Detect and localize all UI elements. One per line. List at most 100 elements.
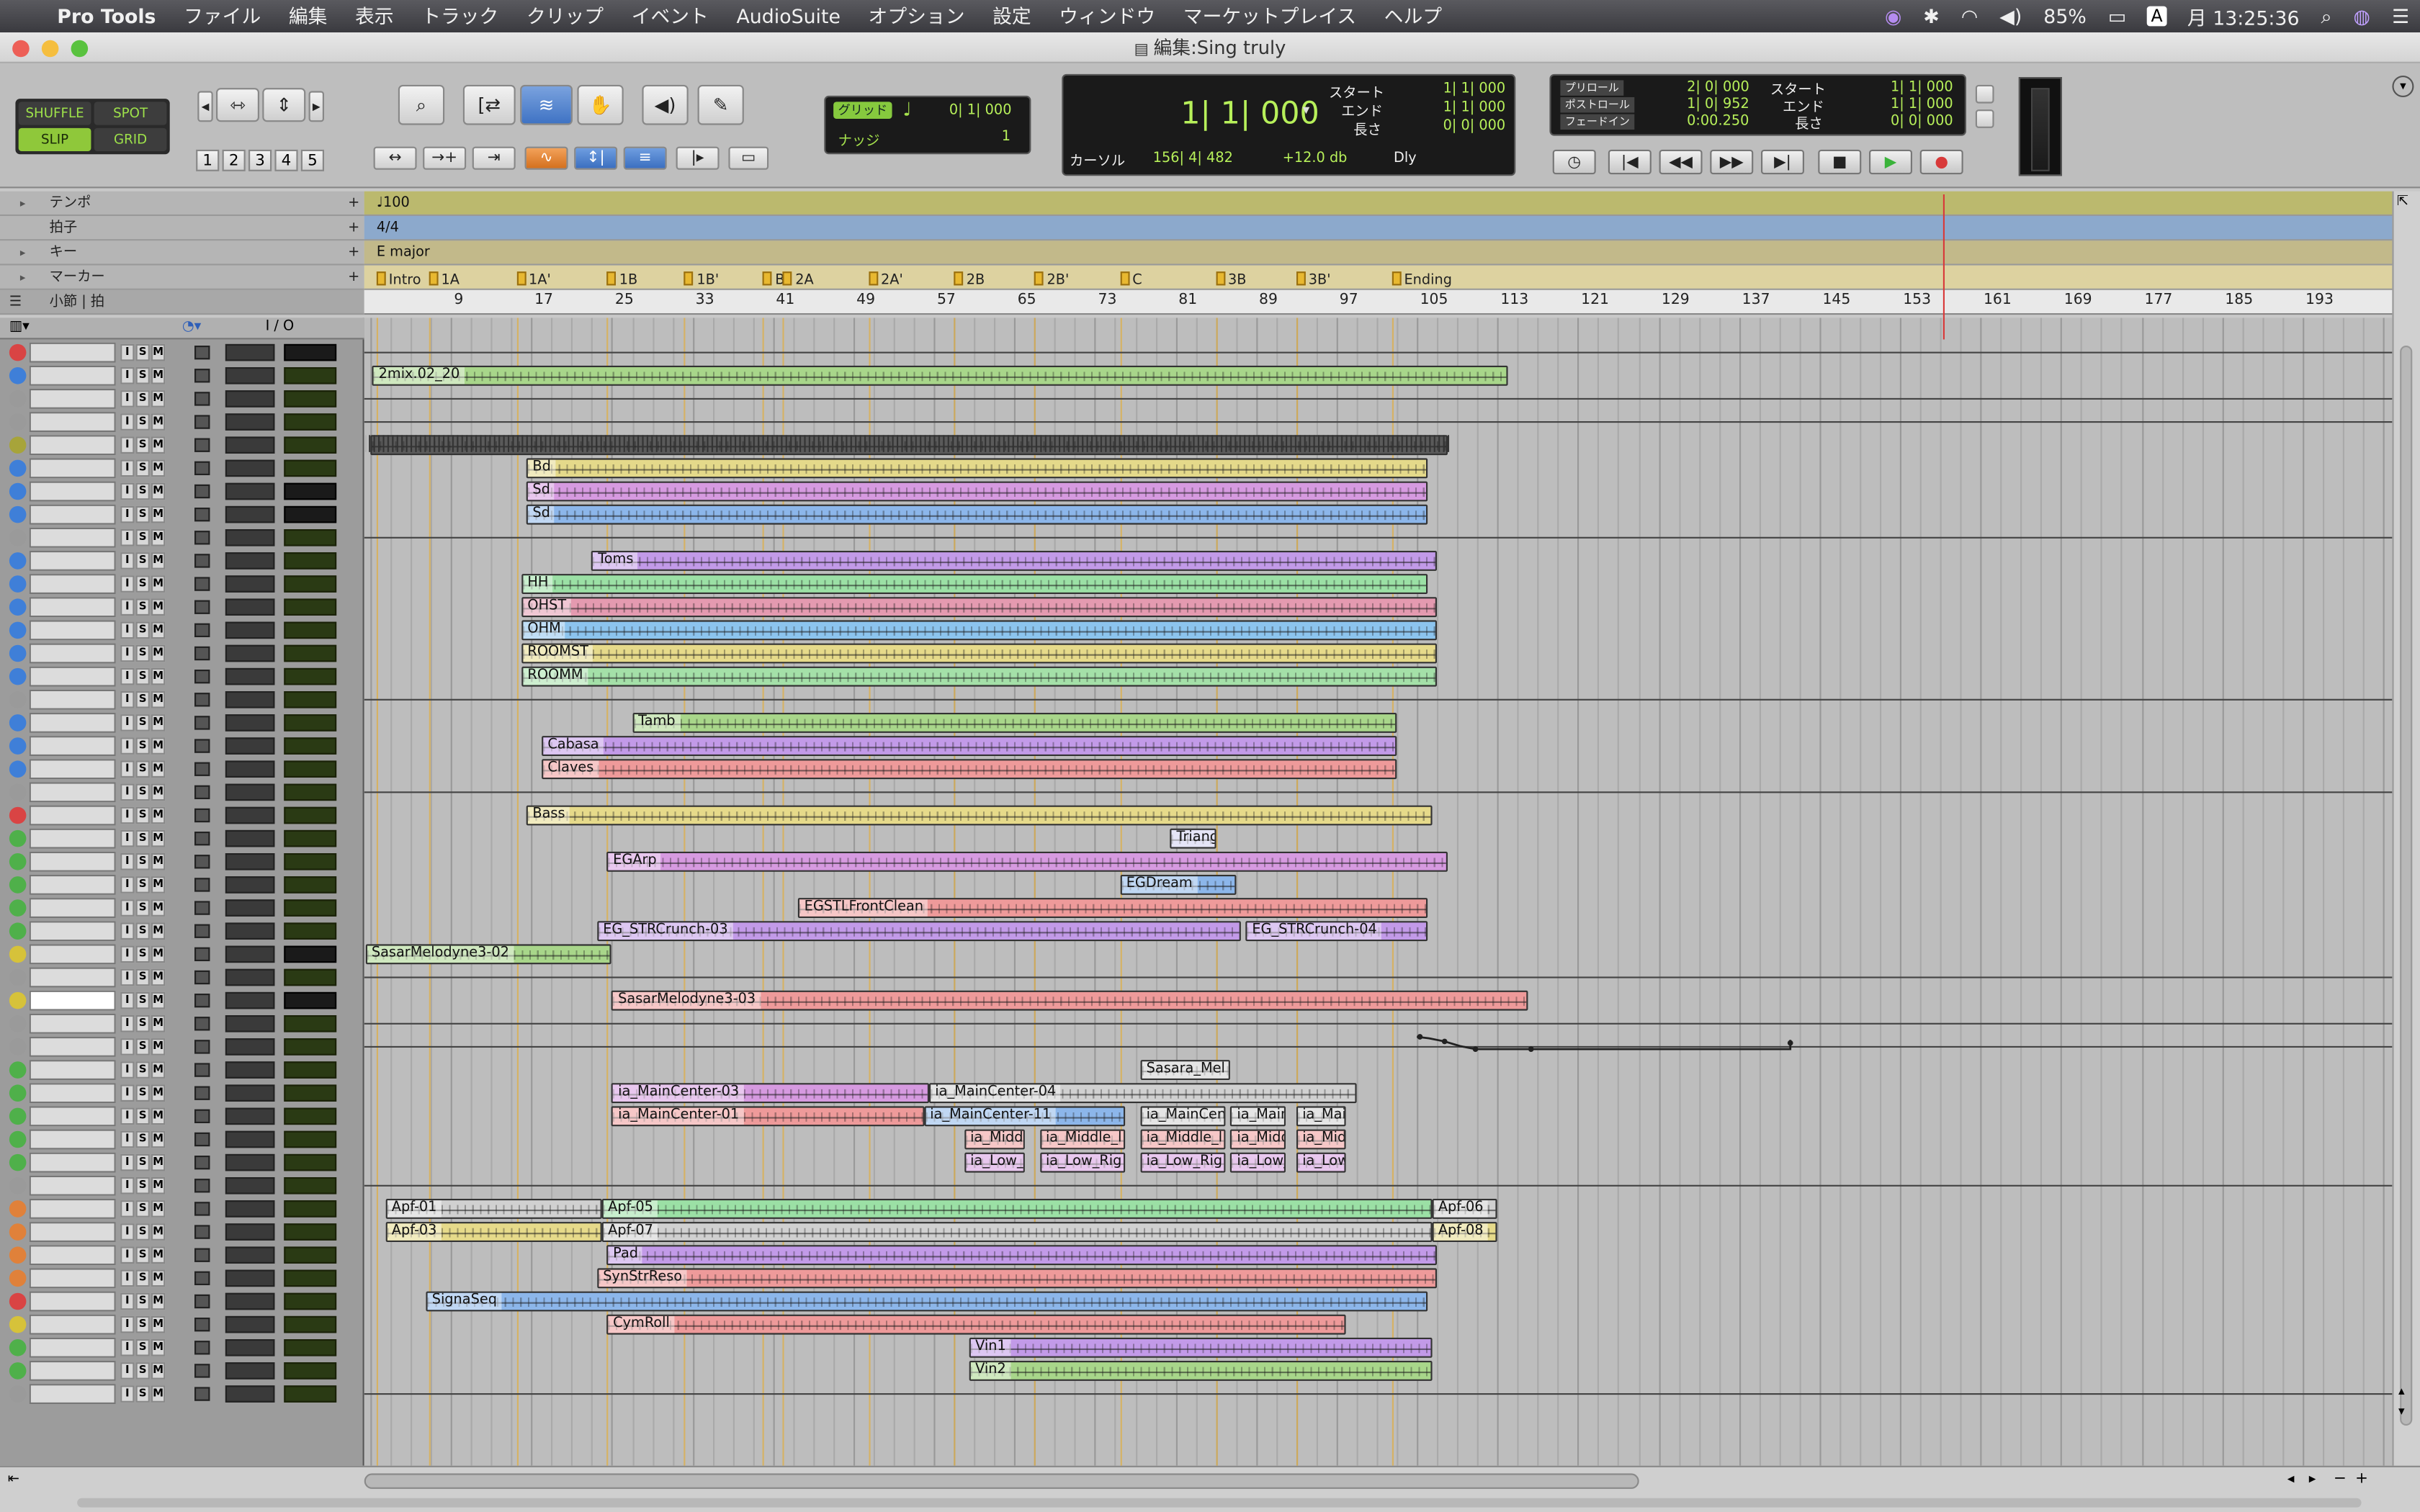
solo-button[interactable]: S <box>135 505 150 523</box>
track-name[interactable] <box>29 643 116 664</box>
track-row[interactable]: ISM <box>0 480 364 503</box>
track-name[interactable] <box>29 805 116 826</box>
track-row[interactable]: ISM <box>0 387 364 410</box>
track-io[interactable] <box>225 343 275 361</box>
meter-ruler-header[interactable]: 拍子 + <box>0 216 364 241</box>
insert-icon[interactable] <box>194 762 210 776</box>
track-name[interactable] <box>29 782 116 803</box>
mute-button[interactable]: M <box>151 829 166 847</box>
voice-pan-delay[interactable] <box>284 1339 337 1356</box>
add-tempo-icon[interactable]: + <box>348 192 359 216</box>
track-io[interactable] <box>225 1107 275 1125</box>
track-row[interactable]: ISM <box>0 1266 364 1290</box>
zoom-preset-5[interactable]: 5 <box>300 149 324 171</box>
mute-button[interactable]: M <box>151 1084 166 1102</box>
voice-pan-delay[interactable] <box>284 529 337 546</box>
zoomer-tool-icon[interactable]: ⌕ <box>398 84 445 125</box>
pencil-tool-icon[interactable]: ✎ <box>697 84 744 125</box>
solo-button[interactable]: S <box>135 876 150 894</box>
mute-button[interactable]: M <box>151 390 166 408</box>
marker-7[interactable]: 2A' <box>868 271 903 290</box>
input-monitor-button[interactable]: I <box>120 806 135 824</box>
fadein-value[interactable]: 0:00.250 <box>1687 114 1749 130</box>
track-row[interactable]: ISM <box>0 1336 364 1359</box>
solo-button[interactable]: S <box>135 1385 150 1403</box>
mute-button[interactable]: M <box>151 945 166 963</box>
scroll-right-icon[interactable]: ▸ <box>2309 1472 2316 1487</box>
mute-button[interactable]: M <box>151 991 166 1009</box>
track-color-icon[interactable] <box>9 482 27 500</box>
marker-ruler-header[interactable]: ▸ マーカー + <box>0 265 364 290</box>
insert-icon[interactable] <box>194 1341 210 1355</box>
track-color-icon[interactable] <box>9 737 27 755</box>
voice-pan-delay[interactable] <box>284 366 337 384</box>
track-io[interactable] <box>225 1269 275 1287</box>
insert-icon[interactable] <box>194 531 210 545</box>
mute-button[interactable]: M <box>151 853 166 870</box>
track-color-icon[interactable] <box>9 598 27 616</box>
track-color-icon[interactable] <box>9 1084 27 1102</box>
notification-center-icon[interactable]: ☰ <box>2381 4 2420 27</box>
voice-pan-delay[interactable] <box>284 737 337 755</box>
track-io[interactable] <box>225 899 275 917</box>
input-monitor-button[interactable]: I <box>120 945 135 963</box>
track-color-icon[interactable] <box>9 899 27 917</box>
insert-icon[interactable] <box>194 346 210 360</box>
solo-button[interactable]: S <box>135 1038 150 1056</box>
insert-icon[interactable] <box>194 947 210 961</box>
input-monitor-button[interactable]: I <box>120 644 135 662</box>
scrubber-tool-icon[interactable]: ◀) <box>642 84 689 125</box>
solo-button[interactable]: S <box>135 829 150 847</box>
track-io[interactable] <box>225 1153 275 1171</box>
add-key-icon[interactable]: + <box>348 240 359 265</box>
track-name[interactable] <box>29 990 116 1011</box>
insert-icon[interactable] <box>194 415 210 429</box>
track-name[interactable] <box>29 898 116 918</box>
track-name[interactable] <box>29 1106 116 1127</box>
track-color-icon[interactable] <box>9 991 27 1009</box>
toolbar-option-2[interactable] <box>1975 109 1994 128</box>
mute-button[interactable]: M <box>151 482 166 500</box>
automation-line[interactable] <box>364 318 2393 1465</box>
track-color-icon[interactable] <box>9 922 27 940</box>
volume-readout[interactable] <box>284 505 337 523</box>
mute-button[interactable]: M <box>151 1153 166 1171</box>
track-io[interactable] <box>225 783 275 801</box>
insert-icon[interactable] <box>194 832 210 846</box>
zoom-minus-icon[interactable]: − <box>2334 1470 2347 1488</box>
solo-button[interactable]: S <box>135 945 150 963</box>
voice-pan-delay[interactable] <box>284 829 337 847</box>
track-row[interactable]: ISM <box>0 919 364 942</box>
track-row[interactable]: ISM <box>0 1243 364 1266</box>
voice-pan-delay[interactable] <box>284 1246 337 1264</box>
menu-event[interactable]: イベント <box>617 0 722 32</box>
key-lane[interactable]: E major <box>364 240 2393 266</box>
tempo-value[interactable]: ♩100 <box>377 196 410 211</box>
mute-button[interactable]: M <box>151 1315 166 1333</box>
track-io[interactable] <box>225 806 275 824</box>
mute-button[interactable]: M <box>151 366 166 384</box>
track-name[interactable] <box>29 574 116 594</box>
input-monitor-button[interactable]: I <box>120 760 135 778</box>
track-row[interactable]: ISM <box>0 711 364 734</box>
track-name[interactable] <box>29 435 116 456</box>
siri-icon[interactable]: ◍ <box>2343 4 2381 27</box>
solo-button[interactable]: S <box>135 853 150 870</box>
menu-file[interactable]: ファイル <box>170 0 275 32</box>
track-io[interactable] <box>225 505 275 523</box>
track-io[interactable] <box>225 1315 275 1333</box>
selector-tool-icon[interactable]: ≋ <box>520 84 573 125</box>
mute-button[interactable]: M <box>151 505 166 523</box>
insertion-follows-icon[interactable]: ⇥ <box>472 146 516 170</box>
menu-app[interactable]: Pro Tools <box>43 0 170 32</box>
solo-button[interactable]: S <box>135 482 150 500</box>
scroll-up-icon[interactable]: ▴ <box>2398 1384 2405 1398</box>
scroll-down-icon[interactable]: ▾ <box>2398 1404 2405 1418</box>
record-icon[interactable]: ● <box>1919 149 1963 175</box>
input-source[interactable]: A <box>2146 6 2168 27</box>
track-view-icon[interactable]: ▥▾ <box>9 320 30 335</box>
solo-button[interactable]: S <box>135 436 150 454</box>
insert-icon[interactable] <box>194 577 210 591</box>
track-color-icon[interactable] <box>9 1061 27 1079</box>
track-color-icon[interactable] <box>9 829 27 847</box>
